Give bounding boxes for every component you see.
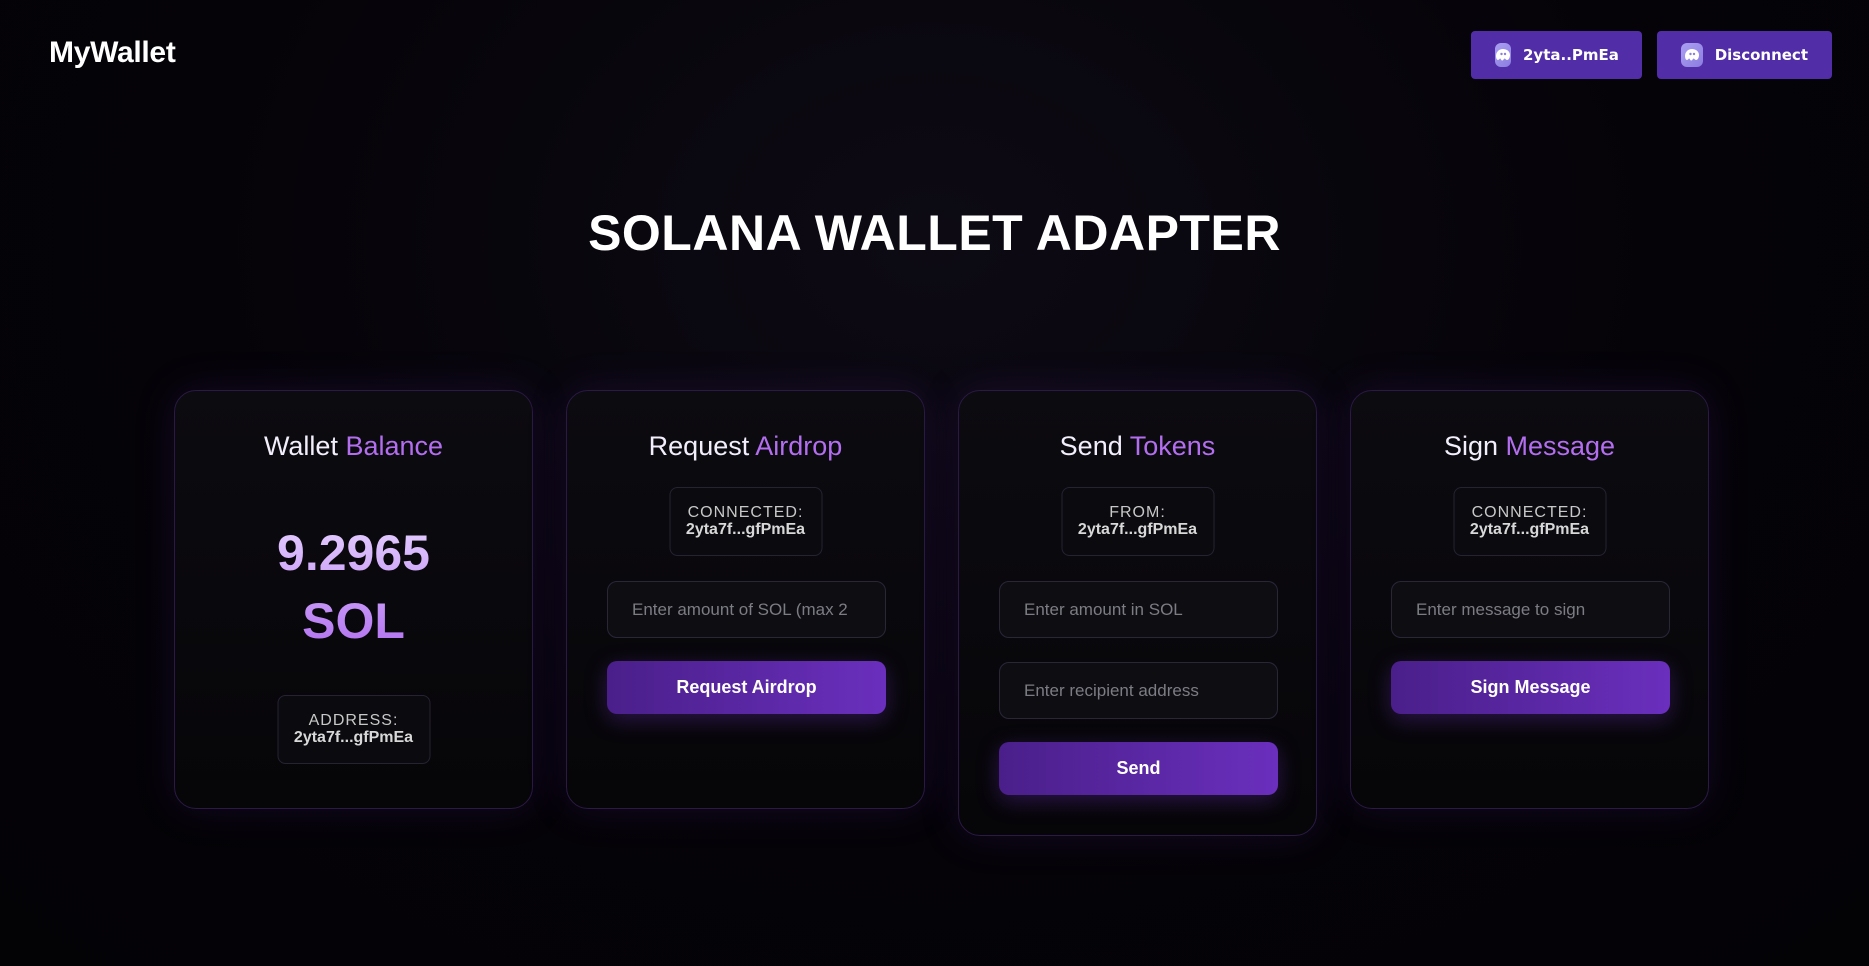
chip-label: FROM: [1109, 504, 1166, 521]
card-title: Request Airdrop [567, 431, 924, 462]
address-chip: ADDRESS: 2yta7f...gfPmEa [277, 695, 430, 764]
card-title-accent: Tokens [1129, 431, 1216, 461]
phantom-ghost-icon [1495, 43, 1511, 67]
sign-message-card: Sign Message CONNECTED: 2yta7f...gfPmEa … [1350, 390, 1709, 809]
card-title-accent: Balance [345, 431, 444, 461]
chip-value: 2yta7f...gfPmEa [293, 729, 414, 746]
chip-value: 2yta7f...gfPmEa [1469, 521, 1590, 538]
card-title-main: Send [1059, 431, 1123, 461]
disconnect-button[interactable]: Disconnect [1657, 31, 1832, 79]
balance-unit: SOL [302, 593, 405, 649]
card-title-main: Wallet [263, 431, 338, 461]
card-title: Wallet Balance [175, 431, 532, 462]
send-tokens-card: Send Tokens FROM: 2yta7f...gfPmEa Send [958, 390, 1317, 836]
disconnect-label: Disconnect [1714, 46, 1808, 64]
card-title-accent: Message [1505, 431, 1616, 461]
recipient-address-input[interactable] [999, 662, 1278, 719]
send-button[interactable]: Send [999, 742, 1278, 795]
card-title: Send Tokens [959, 431, 1316, 462]
phantom-ghost-icon [1681, 43, 1703, 67]
wallet-balance-card: Wallet Balance 9.2965 SOL ADDRESS: 2yta7… [174, 390, 533, 809]
chip-value: 2yta7f...gfPmEa [685, 521, 806, 538]
navbar: MyWallet 2yta..PmEa Disconnect [0, 0, 1869, 110]
request-airdrop-card: Request Airdrop CONNECTED: 2yta7f...gfPm… [566, 390, 925, 809]
balance-amount: 9.2965 SOL [175, 519, 532, 655]
balance-value: 9.2965 [277, 525, 430, 581]
chip-value: 2yta7f...gfPmEa [1077, 521, 1198, 538]
wallet-address-label: 2yta..PmEa [1523, 46, 1619, 64]
message-input[interactable] [1391, 581, 1670, 638]
from-chip: FROM: 2yta7f...gfPmEa [1061, 487, 1214, 556]
brand-logo[interactable]: MyWallet [49, 36, 176, 70]
chip-label: ADDRESS: [308, 712, 399, 729]
sign-message-button[interactable]: Sign Message [1391, 661, 1670, 714]
wallet-address-button[interactable]: 2yta..PmEa [1471, 31, 1642, 79]
airdrop-amount-input[interactable] [607, 581, 886, 638]
chip-label: CONNECTED: [687, 504, 804, 521]
request-airdrop-button[interactable]: Request Airdrop [607, 661, 886, 714]
send-amount-input[interactable] [999, 581, 1278, 638]
connected-chip: CONNECTED: 2yta7f...gfPmEa [669, 487, 822, 556]
card-title-accent: Airdrop [755, 431, 843, 461]
chip-label: CONNECTED: [1471, 504, 1588, 521]
card-title: Sign Message [1351, 431, 1708, 462]
page-title: SOLANA WALLET ADAPTER [588, 205, 1281, 261]
connected-chip: CONNECTED: 2yta7f...gfPmEa [1453, 487, 1606, 556]
card-title-main: Sign [1443, 431, 1498, 461]
card-title-main: Request [648, 431, 750, 461]
